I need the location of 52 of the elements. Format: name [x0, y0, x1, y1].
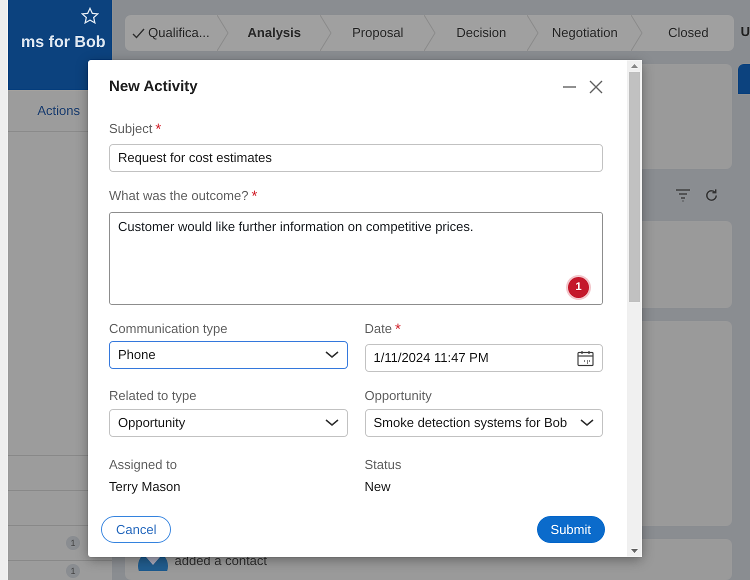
field-value: Terry Mason: [109, 478, 182, 496]
panel-header: [738, 64, 750, 94]
field-label: Assigned to: [109, 456, 177, 474]
required-mark: *: [155, 120, 162, 140]
chevron-down-icon[interactable]: [324, 351, 338, 359]
close-icon[interactable]: [589, 80, 603, 94]
stage-tab[interactable]: Analysis: [228, 23, 320, 43]
stage-tab[interactable]: Decision: [436, 23, 528, 43]
dropdown-field[interactable]: Smoke detection systems for Bob: [364, 408, 603, 436]
stage-separator: [630, 15, 643, 51]
input-field[interactable]: Request for cost estimates: [109, 144, 603, 172]
star-icon[interactable]: [81, 6, 99, 24]
stage-tab[interactable]: Closed: [642, 23, 734, 43]
required-mark: *: [394, 320, 401, 340]
dropdown-field[interactable]: Phone: [109, 341, 348, 369]
header-label: U: [740, 24, 750, 38]
record-title: ms for Bob: [21, 33, 106, 53]
stage-tab[interactable]: Negotiation: [539, 23, 631, 43]
check-icon: [132, 28, 145, 38]
actions-menu[interactable]: Actions: [37, 100, 80, 120]
stage-separator: [527, 15, 540, 51]
stage-tab[interactable]: Qualifica...: [125, 23, 217, 43]
field-label: Communication type: [109, 320, 228, 338]
stage-tab[interactable]: Proposal: [332, 23, 424, 43]
submit-button[interactable]: Submit: [536, 516, 605, 543]
field-label: Related to type: [109, 387, 196, 405]
chevron-down-icon[interactable]: [580, 418, 594, 426]
field-label: Date: [364, 320, 392, 338]
field-label: Opportunity: [364, 387, 432, 405]
field-value: New: [364, 478, 392, 496]
issue-badge[interactable]: 1: [568, 276, 589, 298]
filter-icon[interactable]: [674, 188, 690, 202]
stage-separator: [216, 15, 229, 51]
activity-text: added a contact: [174, 552, 268, 570]
field-label: Subject: [109, 120, 152, 138]
text-area[interactable]: Customer would like further information on competitive prices. 1: [109, 212, 603, 304]
refresh-icon[interactable]: [704, 188, 718, 202]
minimize-icon[interactable]: [563, 86, 576, 88]
date-field[interactable]: 1/11/2024 11:47 PM: [364, 344, 603, 372]
required-mark: *: [251, 187, 258, 207]
count-badge: 1: [66, 536, 80, 550]
field-label: What was the outcome?: [109, 187, 248, 205]
dropdown-field[interactable]: Opportunity: [109, 408, 348, 436]
chevron-down-icon[interactable]: [324, 418, 338, 426]
count-badge: 1: [66, 564, 80, 578]
cancel-button[interactable]: Cancel: [101, 516, 172, 543]
calendar-icon[interactable]: [577, 350, 594, 366]
dialog-title: New Activity: [109, 77, 198, 97]
scrollbar[interactable]: [627, 60, 642, 557]
field-label: Status: [364, 456, 402, 474]
stage-separator: [424, 15, 436, 51]
stage-separator: [320, 15, 332, 51]
